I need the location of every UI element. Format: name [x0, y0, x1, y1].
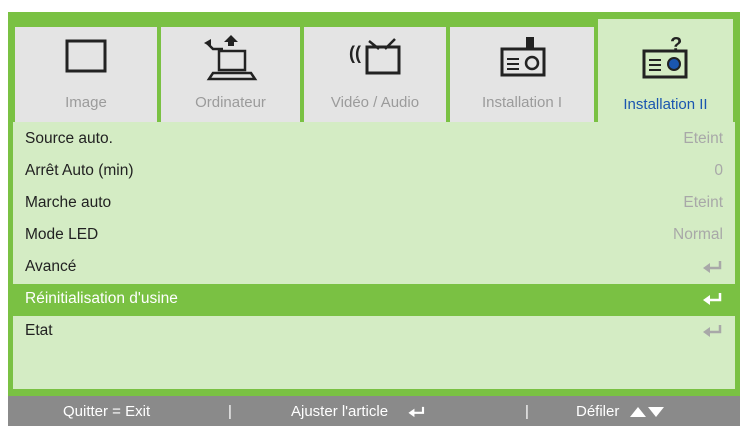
tab-label: Installation I	[481, 94, 563, 111]
menu-item-label: Arrêt Auto (min)	[25, 162, 134, 179]
tab-label: Ordinateur	[195, 94, 266, 111]
projector-icon	[500, 37, 546, 77]
tab-label: Installation II	[623, 96, 708, 113]
menu-item-value: 0	[714, 162, 723, 179]
tab-installation-2[interactable]: ? Installation II	[596, 17, 735, 122]
menu-item-label: Source auto.	[25, 130, 113, 147]
enter-icon	[703, 293, 722, 305]
svg-text:((: ((	[349, 43, 361, 63]
footer-scroll-hint: Défiler	[576, 403, 620, 420]
menu-item-label: Etat	[25, 322, 53, 339]
menu-item-value: Normal	[673, 226, 723, 243]
tab-video-audio[interactable]: (( Vidéo / Audio	[302, 25, 448, 122]
tab-ordinateur[interactable]: Ordinateur	[159, 25, 302, 122]
menu-item-label: Marche auto	[25, 194, 112, 211]
footer-hint-bar: Quitter = Exit | Ajuster l'article | Déf…	[8, 396, 740, 426]
footer-separator: |	[525, 403, 529, 420]
menu-item-mode-led[interactable]: Mode LED Normal	[13, 220, 735, 252]
menu-item-label: Avancé	[25, 258, 77, 275]
projector-help-icon: ?	[642, 35, 687, 79]
enter-icon	[703, 261, 722, 273]
menu-item-label: Mode LED	[25, 226, 99, 243]
osd-menu: Image Ordinateur ((Vidéo / Audio Instal…	[8, 12, 740, 396]
tab-label: Vidéo / Audio	[330, 94, 420, 111]
tab-image[interactable]: Image	[13, 25, 159, 122]
enter-icon	[408, 406, 425, 418]
menu-item-value: Eteint	[683, 194, 723, 211]
footer-quit-hint: Quitter = Exit	[63, 403, 151, 420]
menu-item-value: Eteint	[683, 130, 723, 147]
menu-item-arret-auto[interactable]: Arrêt Auto (min) 0	[13, 156, 735, 188]
tab-label: Image	[65, 94, 107, 111]
laptop-icon	[203, 35, 257, 81]
monitor-icon	[65, 39, 107, 73]
tab-bar: Image Ordinateur ((Vidéo / Audio Instal…	[13, 17, 735, 122]
menu-item-label: Réinitialisation d'usine	[25, 290, 178, 307]
menu-item-etat[interactable]: Etat	[13, 316, 735, 348]
tab-installation-1[interactable]: Installation I	[448, 25, 596, 122]
footer-adjust-hint: Ajuster l'article	[291, 403, 389, 420]
menu-item-source-auto[interactable]: Source auto. Eteint	[13, 124, 735, 156]
menu-item-reinitialisation[interactable]: Réinitialisation d'usine	[13, 284, 735, 316]
footer-separator: |	[228, 403, 232, 420]
svg-text:?: ?	[670, 35, 682, 56]
settings-panel: Source auto. Eteint Arrêt Auto (min) 0 M…	[13, 122, 735, 389]
up-down-arrows-icon	[630, 407, 664, 417]
menu-item-marche-auto[interactable]: Marche auto Eteint	[13, 188, 735, 220]
video-audio-icon: ((	[349, 38, 401, 75]
menu-item-avance[interactable]: Avancé	[13, 252, 735, 284]
enter-icon	[703, 325, 722, 337]
